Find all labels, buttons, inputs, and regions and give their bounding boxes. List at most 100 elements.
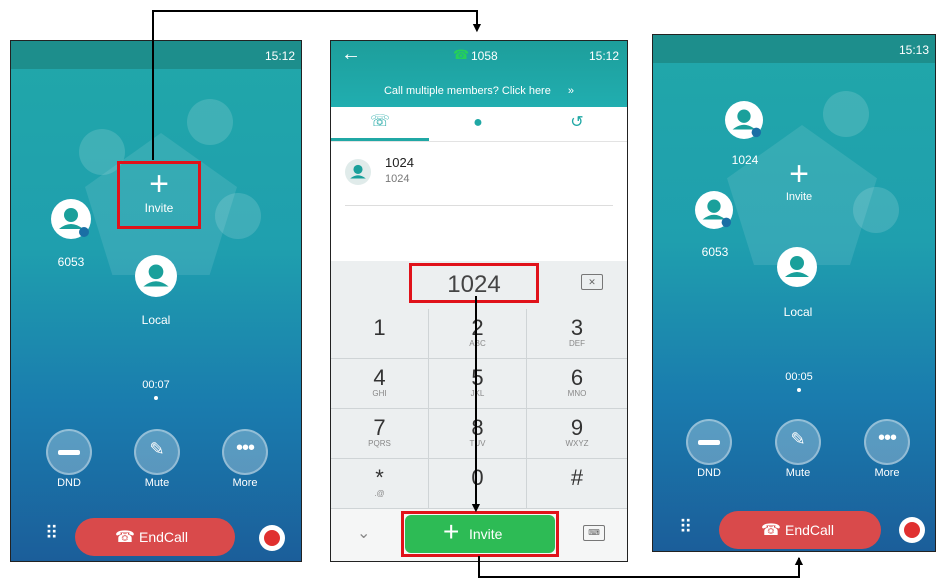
connector-line xyxy=(152,10,478,12)
mute-label: Mute xyxy=(144,477,170,489)
arrow-down-icon: ▼ xyxy=(469,499,483,515)
key-letters: ABC xyxy=(469,339,486,348)
key-hash[interactable]: # xyxy=(527,459,627,509)
person-icon xyxy=(785,256,809,277)
key-star[interactable]: * .@ xyxy=(331,459,429,509)
mic-mute-icon: ✎ xyxy=(790,429,806,449)
status-time: 15:12 xyxy=(588,49,619,63)
record-button[interactable] xyxy=(899,517,925,543)
person-icon xyxy=(732,109,762,138)
dialpad-icon[interactable]: ⠿ xyxy=(679,517,692,538)
back-arrow-icon[interactable]: ← xyxy=(341,43,361,66)
middle-phone-screen: ← ☎ 1058 15:12 Call multiple members? Cl… xyxy=(330,40,628,562)
chevron-right-icon: » xyxy=(567,85,575,97)
tab-history[interactable]: ↺ xyxy=(527,107,627,141)
connector-line xyxy=(478,576,800,578)
person-icon xyxy=(350,164,366,179)
backspace-icon[interactable]: ✕ xyxy=(581,274,603,290)
contact-row[interactable]: 1024 1024 xyxy=(345,147,613,206)
tab-phone[interactable]: ☏ xyxy=(331,107,429,141)
key-digit: 4 xyxy=(373,365,386,390)
invite-label: Invite xyxy=(785,191,813,203)
endcall-label: EndCall xyxy=(139,529,189,545)
left-phone-screen: 15:12 + Invite 6053 Local 00:07 DND ✎ Mu… xyxy=(10,40,302,562)
key-1[interactable]: 1 xyxy=(331,309,429,359)
keyboard-icon[interactable]: ⌨ xyxy=(583,525,605,541)
page-indicator xyxy=(797,388,801,392)
key-digit: 8 xyxy=(471,415,484,440)
member-avatar[interactable] xyxy=(135,255,177,297)
connector-line xyxy=(475,296,477,506)
empty-slot xyxy=(853,187,899,233)
mute-button[interactable]: ✎ xyxy=(775,419,821,465)
endcall-button[interactable]: ☎ EndCall xyxy=(719,511,881,549)
tab-contacts[interactable]: ● xyxy=(429,107,527,141)
key-4[interactable]: 4 GHI xyxy=(331,359,429,409)
minus-icon xyxy=(58,450,80,455)
member-name: 1024 xyxy=(731,153,759,167)
status-bar: 15:13 xyxy=(653,35,935,63)
key-9[interactable]: 9 WXYZ xyxy=(527,409,627,459)
member-avatar[interactable] xyxy=(777,247,817,287)
person-icon xyxy=(143,264,169,287)
empty-slot xyxy=(187,99,233,145)
record-button[interactable] xyxy=(259,525,285,551)
status-time: 15:12 xyxy=(264,49,295,63)
more-label: More xyxy=(874,467,900,479)
more-button[interactable]: ••• xyxy=(864,419,910,465)
dialpad-icon[interactable]: ⠿ xyxy=(45,523,58,544)
tab-bar: ☏ ● ↺ xyxy=(331,107,627,142)
multi-call-banner[interactable]: Call multiple members? Click here » xyxy=(331,85,627,97)
member-avatar[interactable] xyxy=(51,199,91,239)
member-name: Local xyxy=(783,305,813,319)
person-icon xyxy=(59,208,89,237)
status-bar: 15:12 xyxy=(11,41,301,69)
more-button[interactable]: ••• xyxy=(222,429,268,475)
key-digit: 2 xyxy=(471,315,484,340)
invite-button[interactable]: + Invite xyxy=(763,157,835,207)
key-digit: 5 xyxy=(471,365,484,390)
dnd-label: DND xyxy=(697,467,721,479)
dnd-button[interactable] xyxy=(46,429,92,475)
arrow-down-icon: ▼ xyxy=(470,19,484,35)
chevron-down-icon[interactable]: ⌄ xyxy=(357,523,370,543)
key-letters: DEF xyxy=(569,339,585,348)
key-digit: 6 xyxy=(570,365,584,390)
person-icon: ● xyxy=(473,114,483,131)
member-name: 6053 xyxy=(701,245,729,259)
mute-button[interactable]: ✎ xyxy=(134,429,180,475)
more-icon: ••• xyxy=(235,437,255,459)
key-letters: TUV xyxy=(469,439,486,448)
member-avatar[interactable] xyxy=(725,101,763,139)
key-6[interactable]: 6 MNO xyxy=(527,359,627,409)
dnd-button[interactable] xyxy=(686,419,732,465)
key-letters: WXYZ xyxy=(565,439,589,448)
key-5[interactable]: 5 JKL xyxy=(429,359,527,409)
member-name: Local xyxy=(141,313,171,327)
key-letters: .@ xyxy=(374,489,385,498)
key-3[interactable]: 3 DEF xyxy=(527,309,627,359)
key-2[interactable]: 2 ABC xyxy=(429,309,527,359)
plus-icon: + xyxy=(789,155,809,193)
more-icon: ••• xyxy=(877,427,897,449)
key-digit: * xyxy=(375,465,384,490)
endcall-button[interactable]: ☎ EndCall xyxy=(75,518,235,556)
member-avatar[interactable] xyxy=(695,191,733,229)
empty-slot xyxy=(215,193,261,239)
key-8[interactable]: 8 TUV xyxy=(429,409,527,459)
key-7[interactable]: 7 PQRS xyxy=(331,409,429,459)
minus-icon xyxy=(698,440,720,445)
page-indicator xyxy=(154,396,158,400)
hangup-icon: ☎ xyxy=(115,529,135,546)
connector-line xyxy=(152,10,154,160)
key-digit: 3 xyxy=(570,315,584,340)
empty-slot xyxy=(823,91,869,137)
call-history-icon: ↺ xyxy=(570,114,584,131)
arrow-up-icon: ▲ xyxy=(792,552,806,568)
key-digit: 1 xyxy=(373,315,386,340)
keypad: 1 2 ABC 3 DEF 4 GHI 5 JKL 6 MNO 7 PQRS 8 TUV 9W… xyxy=(331,309,627,509)
call-timer: 00:07 xyxy=(142,379,170,391)
key-digit: 0 xyxy=(471,465,484,490)
endcall-label: EndCall xyxy=(785,522,835,538)
more-label: More xyxy=(232,477,258,489)
